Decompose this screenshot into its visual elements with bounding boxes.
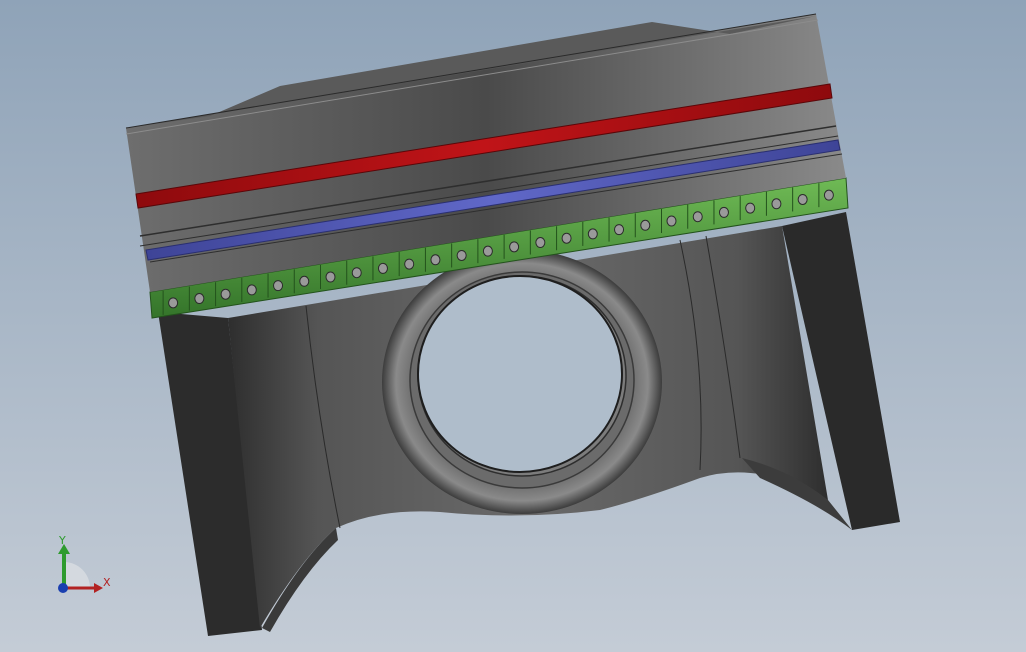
x-axis-label: X	[103, 576, 111, 589]
3d-viewport[interactable]: Y X	[0, 0, 1026, 652]
y-axis-label: Y	[58, 534, 66, 547]
x-axis-arrowhead	[94, 583, 103, 593]
z-axis-dot	[58, 583, 68, 593]
axis-triad: Y X	[58, 534, 111, 593]
